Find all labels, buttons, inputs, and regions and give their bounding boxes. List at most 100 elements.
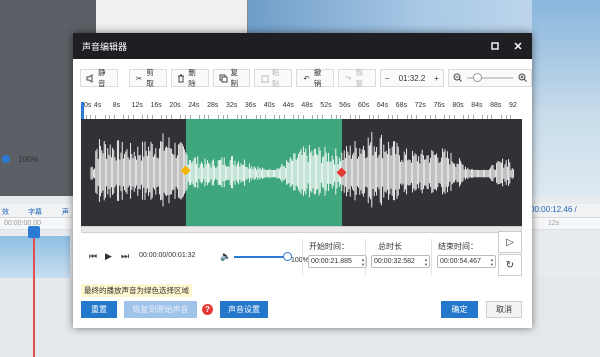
zoom-slider: [447, 69, 532, 87]
cancel-button[interactable]: 取消: [486, 301, 522, 318]
background-video-clip[interactable]: [0, 236, 70, 278]
playback-time: 00:00:00/00:01:32: [139, 252, 196, 259]
undo-icon: ↶: [303, 73, 310, 83]
waveform-panel[interactable]: [81, 119, 522, 226]
scissors-icon: ✂: [135, 73, 143, 83]
ruler-tick-label: 4s: [93, 102, 102, 109]
maximize-icon[interactable]: [488, 33, 502, 59]
zoom-slider-knob[interactable]: [472, 73, 482, 82]
paste-label: 粘贴: [271, 68, 280, 88]
end-time-box: 结束时间： 00:00:54.467 ▲ ▼: [431, 239, 497, 275]
paste-icon: [260, 74, 269, 83]
replay-button[interactable]: ↻: [498, 254, 522, 276]
zoom-slider-track[interactable]: [466, 73, 513, 82]
volume-knob[interactable]: [2, 155, 10, 163]
redo-label: 恢复: [355, 68, 364, 88]
play-outline-icon: ▷: [506, 236, 514, 248]
undo-button[interactable]: ↶ 撤销: [296, 68, 335, 88]
help-icon[interactable]: ?: [202, 304, 213, 315]
ruler-tick-label: 76s: [433, 102, 445, 109]
cut-label: 剪取: [146, 68, 154, 88]
undo-label: 撤销: [313, 68, 322, 88]
ruler-tick-label: 44s: [282, 102, 294, 109]
ok-button[interactable]: 确定: [441, 301, 478, 318]
ruler-tick-label: 12s: [131, 102, 143, 109]
background-playhead[interactable]: [33, 226, 35, 357]
play-icon[interactable]: ▶: [105, 251, 112, 262]
mute-button[interactable]: 静音: [80, 68, 118, 88]
sound-editor-dialog: 声音编辑器 静音 ✂ 剪取 删除 复制 粘贴 ↶ 撤销 ↷ 恢复 − 01:32…: [73, 33, 532, 328]
ruler-tick-label: 28s: [207, 102, 219, 109]
duration-label: 总时长: [378, 242, 402, 251]
background-tool-sound[interactable]: 声: [62, 207, 69, 217]
ruler-tick-label: 84s: [471, 102, 483, 109]
background-tool-effect[interactable]: 效: [2, 207, 9, 217]
copy-button[interactable]: 复制: [212, 68, 251, 88]
paste-button[interactable]: 粘贴: [254, 68, 293, 88]
reset-button[interactable]: 重置: [81, 301, 117, 318]
next-icon[interactable]: ⏭: [121, 251, 129, 262]
restore-original-button[interactable]: 恢复到原始声音: [124, 301, 197, 318]
ruler-tick-label: 36s: [244, 102, 257, 109]
ruler-tick-label: 56s: [339, 102, 351, 109]
edit-toolbar: 静音 ✂ 剪取 删除 复制 粘贴 ↶ 撤销 ↷ 恢复 − 01:32.2 +: [80, 68, 532, 88]
ruler-tick-label: 60s: [358, 102, 370, 109]
horizontal-scrollbar[interactable]: [81, 226, 522, 233]
trash-icon: [177, 74, 186, 83]
volume-slider-track[interactable]: [234, 256, 288, 258]
ruler-tick-label: 8s: [112, 102, 121, 109]
ruler-tick-label: 24s: [188, 102, 200, 109]
refresh-icon: ↻: [505, 259, 515, 271]
redo-button[interactable]: ↷ 恢复: [338, 68, 376, 88]
zoom-stepper: − 01:32.2 +: [379, 69, 444, 87]
dialog-title: 声音编辑器: [82, 41, 128, 52]
ruler-tick-label: 72s: [414, 102, 426, 109]
ruler-tick-label: 52s: [320, 102, 332, 109]
ruler-tick-label: 68s: [395, 102, 408, 109]
time-ruler[interactable]: 0s 4s 8s 12s 16s 20s 24s 28s 32s 36s 40s 44s 48s 52s 5…: [81, 102, 525, 119]
hint-text: 最终的播放声音为绿色选择区域: [81, 284, 192, 297]
zoom-minus-icon[interactable]: −: [385, 74, 390, 83]
ruler-tick-label: 40s: [263, 102, 275, 109]
ruler-tick-label: 88s: [490, 102, 502, 109]
background-tool-subtitle[interactable]: 字幕: [28, 207, 42, 217]
duration-box: 总时长 00:00:32.582 ▲ ▼: [365, 239, 431, 275]
redo-icon: ↷: [345, 73, 352, 83]
zoom-value: 01:32.2: [398, 73, 426, 83]
zoom-in-icon[interactable]: [518, 73, 527, 84]
speaker-mute-icon: [86, 73, 95, 83]
copy-icon: [219, 74, 228, 83]
ruler-tick-label: 32s: [225, 102, 238, 109]
ruler-tick-label: 64s: [376, 102, 389, 109]
ruler-tick-label: 20s: [169, 102, 181, 109]
sound-settings-button[interactable]: 声音设置: [220, 301, 268, 318]
ruler-tick-label: 0s: [84, 102, 92, 109]
dialog-titlebar[interactable]: 声音编辑器: [73, 33, 532, 59]
play-selection-button[interactable]: ▷: [498, 231, 522, 253]
background-volume[interactable]: 100%: [0, 153, 80, 165]
waveform: [90, 132, 514, 208]
previous-icon[interactable]: ⏮: [89, 251, 97, 262]
cut-button[interactable]: ✂ 剪取: [128, 68, 167, 88]
mute-label: 静音: [98, 68, 106, 88]
background-volume-percent: 100%: [18, 154, 39, 164]
start-time-label: 开始时间：: [309, 242, 349, 251]
ruler-tick-label: 92: [509, 102, 517, 109]
background-time-readout: 00:00:12.46 /: [530, 205, 577, 214]
zoom-plus-icon[interactable]: +: [434, 74, 439, 83]
zoom-out-icon[interactable]: [453, 73, 462, 84]
duration-spinner[interactable]: ▲ ▼: [422, 255, 430, 268]
background-sky-image-right: [532, 0, 600, 196]
end-time-label: 结束时间：: [438, 242, 478, 251]
end-time-spinner[interactable]: ▲ ▼: [488, 255, 496, 268]
close-icon[interactable]: [511, 33, 525, 59]
ruler-tick-label: 80s: [452, 102, 464, 109]
player-controls: ⏮ ▶ ⏭ 00:00:00/00:01:32 🔈 100%: [81, 239, 309, 275]
delete-button[interactable]: 删除: [170, 68, 209, 88]
background-playhead-knob[interactable]: [28, 226, 40, 238]
start-time-box: 开始时间： 00:00:21.885 ▲ ▼: [302, 239, 368, 275]
background-ruler-end: 12s: [548, 220, 560, 227]
copy-label: 复制: [230, 68, 239, 88]
volume-icon[interactable]: 🔈: [220, 251, 231, 262]
ruler-tick-label: 16s: [150, 102, 162, 109]
